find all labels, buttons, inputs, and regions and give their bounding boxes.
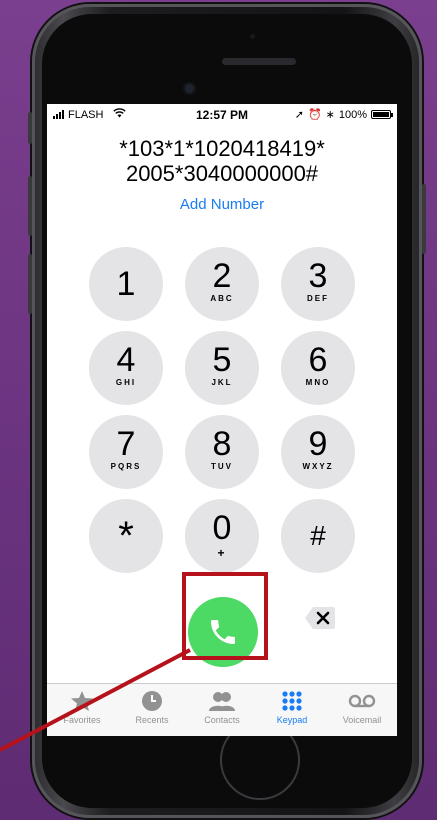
tab-label: Keypad <box>276 715 308 725</box>
tab-recents[interactable]: Recents <box>117 690 187 725</box>
tab-label: Voicemail <box>342 715 382 725</box>
bluetooth-icon: ∗ <box>325 109 335 121</box>
tab-label: Recents <box>135 715 169 725</box>
key-letters: ABC <box>210 294 234 303</box>
front-camera <box>185 84 194 93</box>
location-icon: ➚ <box>294 109 304 121</box>
key-digit: 3 <box>308 257 328 295</box>
alarm-icon: ⏰ <box>307 109 322 121</box>
key-digit: 6 <box>308 341 328 379</box>
key-digit: 7 <box>116 425 136 463</box>
key-6[interactable]: 6 MNO <box>281 331 355 405</box>
key-letters: PQRS <box>110 462 142 471</box>
tab-label: Favorites <box>63 715 101 725</box>
key-digit: 8 <box>212 425 232 463</box>
key-letters: GHI <box>115 378 137 387</box>
key-3[interactable]: 3 DEF <box>281 247 355 321</box>
key-letters: DEF <box>307 294 329 303</box>
key-1[interactable]: 1 <box>89 247 163 321</box>
keypad-icon <box>257 690 327 712</box>
battery-icon <box>371 110 393 119</box>
key-7[interactable]: 7 PQRS <box>89 415 163 489</box>
key-letters: TUV <box>211 462 233 471</box>
key-hash[interactable]: # <box>281 499 355 573</box>
proximity-sensor <box>250 34 255 39</box>
key-digit: 2 <box>212 257 232 295</box>
delete-button[interactable] <box>304 605 336 631</box>
tab-contacts[interactable]: Contacts <box>187 690 257 725</box>
dialed-number-line1: *103*1*1020418419* <box>119 136 325 161</box>
backspace-icon <box>305 607 335 629</box>
dialed-number-line2: 2005*3040000000# <box>125 161 319 186</box>
key-digit: # <box>310 520 326 551</box>
voicemail-icon <box>327 690 397 712</box>
key-2[interactable]: 2 ABC <box>185 247 259 321</box>
key-9[interactable]: 9 WXYZ <box>281 415 355 489</box>
status-bar: FLASH 12:57 PM ➚ ⏰ ∗ 100% <box>47 104 397 124</box>
key-letters: + <box>217 546 227 560</box>
tab-bar: Favorites Recents Contacts Keypad Voicem… <box>47 683 397 736</box>
key-digit: 0 <box>212 509 232 547</box>
dialed-number: *103*1*1020418419* 2005*3040000000# <box>47 136 397 186</box>
tab-favorites[interactable]: Favorites <box>47 690 117 725</box>
tab-keypad[interactable]: Keypad <box>257 690 327 725</box>
key-digit: * <box>118 514 134 558</box>
key-4[interactable]: 4 GHI <box>89 331 163 405</box>
key-digit: 5 <box>212 341 232 379</box>
add-number-link[interactable]: Add Number <box>47 196 397 213</box>
contacts-icon <box>187 690 257 712</box>
key-8[interactable]: 8 TUV <box>185 415 259 489</box>
key-star[interactable]: * <box>89 499 163 573</box>
key-digit: 9 <box>308 425 328 463</box>
key-5[interactable]: 5 JKL <box>185 331 259 405</box>
key-0[interactable]: 0 + <box>185 499 259 573</box>
tab-voicemail[interactable]: Voicemail <box>327 690 397 725</box>
tab-label: Contacts <box>204 715 240 725</box>
key-digit: 1 <box>116 265 136 303</box>
star-icon <box>47 690 117 712</box>
key-digit: 4 <box>116 341 136 379</box>
key-letters: MNO <box>305 378 331 387</box>
call-button-highlight-box <box>182 572 268 660</box>
key-letters: WXYZ <box>302 462 334 471</box>
key-letters: JKL <box>211 378 233 387</box>
earpiece-speaker <box>222 58 296 65</box>
battery-percent: 100% <box>338 108 367 121</box>
clock-icon <box>117 690 187 712</box>
